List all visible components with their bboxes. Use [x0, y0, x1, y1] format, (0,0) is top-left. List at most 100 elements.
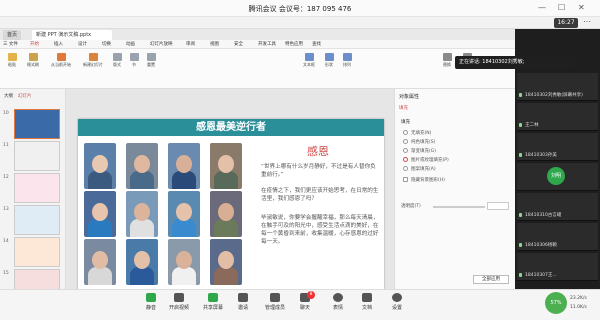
- reset-button[interactable]: 重置: [144, 53, 158, 68]
- props-title: 对象属性: [399, 94, 420, 100]
- participant-tile[interactable]: 18410302刘秀敏(屏幕共享): [517, 73, 598, 101]
- more-icon[interactable]: ⋯: [583, 17, 591, 26]
- shape-button[interactable]: 形状: [322, 53, 336, 68]
- video-button[interactable]: 开启视频: [166, 293, 192, 311]
- section-icon: [129, 53, 139, 61]
- portrait-photo: [210, 143, 242, 189]
- wps-tabbar: 首页 新建 PPT 演示文稿.pptx: [0, 29, 515, 40]
- slide-thumb[interactable]: [14, 237, 60, 267]
- apply-all-button[interactable]: 全部应用: [473, 275, 509, 284]
- tab-home[interactable]: 首页: [3, 30, 22, 40]
- transparency-slider[interactable]: [433, 206, 485, 208]
- menu-transition[interactable]: 切换: [102, 41, 111, 47]
- menu-devtools[interactable]: 开发工具: [258, 41, 276, 47]
- option-label: 图片或纹理填充(P): [411, 158, 449, 163]
- slide-thumb[interactable]: [14, 141, 60, 171]
- wps-menubar: 三 文件 开始 插入 设计 切换 动画 幻灯片放映 审阅 视图 安全 开发工具 …: [0, 40, 515, 49]
- slide-canvas: 感恩最美逆行者 感恩 “世界上哪有什么岁月静好，不过是有人替你负重前行。” 在疫…: [66, 89, 394, 291]
- portrait-photo: [84, 191, 116, 237]
- invite-button[interactable]: 邀请: [230, 293, 256, 311]
- paste-button[interactable]: 粘贴: [4, 53, 20, 68]
- maximize-icon[interactable]: ☐: [558, 3, 565, 12]
- format-painter-button[interactable]: 格式刷: [24, 53, 42, 68]
- portrait-photo: [168, 143, 200, 189]
- participant-tile[interactable]: 18410310古言峻: [517, 193, 598, 221]
- tab-slides[interactable]: 幻灯片: [18, 93, 32, 99]
- settings-button[interactable]: 设置: [384, 293, 410, 311]
- participant-tile[interactable]: 18410307王...: [517, 253, 598, 281]
- section-button[interactable]: 节: [128, 53, 140, 68]
- menu-security[interactable]: 安全: [234, 41, 243, 47]
- radio-solid-fill[interactable]: [403, 139, 408, 144]
- participant-tile[interactable]: 王二林: [517, 103, 598, 131]
- slide-thumb[interactable]: [14, 173, 60, 203]
- photo-body: [130, 171, 154, 189]
- replace-button[interactable]: 替换: [440, 53, 454, 68]
- menu-animation[interactable]: 动画: [126, 41, 135, 47]
- slide-thumb[interactable]: [14, 109, 60, 139]
- slide-paragraph: 毕淑敏说，你要学会握醒幸福，那么每天清晨，在触手可及的阳光中，感受生活点滴的美好…: [261, 215, 379, 245]
- transparency-input[interactable]: [487, 202, 509, 210]
- menu-slideshow[interactable]: 幻灯片放映: [150, 41, 173, 47]
- participant-tile[interactable]: 18410306杨颖: [517, 223, 598, 251]
- menu-view[interactable]: 视图: [210, 41, 219, 47]
- participant-tile[interactable]: 刘明: [517, 163, 598, 191]
- slide-heading: 感恩: [307, 145, 329, 158]
- menu-start[interactable]: 开始: [30, 41, 39, 47]
- textbox-button[interactable]: 文本框: [300, 53, 318, 68]
- radio-no-fill[interactable]: [403, 130, 408, 135]
- menu-search[interactable]: 查找: [312, 41, 321, 47]
- documents-button[interactable]: 文档: [354, 293, 380, 311]
- mic-icon: [519, 153, 522, 157]
- mic-icon: [519, 123, 522, 127]
- menu-insert[interactable]: 插入: [54, 41, 63, 47]
- menu-features[interactable]: 特色应用: [285, 41, 303, 47]
- portrait-photo: [126, 143, 158, 189]
- layout-button[interactable]: 版式: [110, 53, 124, 68]
- participant-tile[interactable]: 18410303孙美: [517, 133, 598, 161]
- checkbox-hide-bg[interactable]: [403, 177, 408, 182]
- portrait-photo: [168, 191, 200, 237]
- portrait-photo: [126, 191, 158, 237]
- fill-label: 填充: [401, 120, 410, 125]
- photo-face: [218, 203, 234, 221]
- chat-button[interactable]: 8 聊天: [292, 291, 318, 311]
- slide-thumb[interactable]: [14, 205, 60, 235]
- photo-body: [172, 219, 196, 237]
- emoji-button[interactable]: 表情: [325, 293, 351, 311]
- mute-button[interactable]: 静音: [138, 293, 164, 311]
- menu-review[interactable]: 审阅: [186, 41, 195, 47]
- option-label: 隐藏背景图形(H): [411, 178, 445, 183]
- meeting-title: 腾讯会议 会议号：187 095 476: [248, 5, 352, 13]
- portrait-photo: [210, 191, 242, 237]
- new-slide-button[interactable]: 新建幻灯片: [80, 53, 106, 68]
- manage-members-button[interactable]: 管理成员: [262, 293, 288, 311]
- participant-name: 王二林: [525, 123, 539, 128]
- slide[interactable]: 感恩最美逆行者 感恩 “世界上哪有什么岁月静好，不过是有人替你负重前行。” 在疫…: [78, 119, 384, 291]
- participant-panel: 正在讲话: 18410302刘秀敏; 18410302刘秀敏(屏幕共享) 王二林 1…: [455, 29, 600, 289]
- photo-body: [214, 267, 238, 285]
- option-label: 纯色填充(S): [411, 140, 436, 145]
- tab-document[interactable]: 新建 PPT 演示文稿.pptx: [32, 30, 112, 40]
- photo-face: [176, 251, 192, 269]
- from-current-button[interactable]: 从当前开始: [48, 53, 74, 68]
- radio-pattern-fill[interactable]: [403, 166, 408, 171]
- transparency-label: 透明度(T): [401, 204, 421, 209]
- radio-picture-fill[interactable]: [403, 157, 408, 162]
- gear-icon: [392, 293, 402, 302]
- arrange-button[interactable]: 排列: [340, 53, 354, 68]
- tab-fill[interactable]: 填充: [399, 105, 408, 111]
- tab-outline[interactable]: 大纲: [4, 93, 13, 99]
- invite-icon: [238, 293, 248, 302]
- participant-name: 18410307王...: [525, 273, 557, 278]
- share-screen-button[interactable]: 共享屏幕: [200, 293, 226, 311]
- close-icon[interactable]: ✕: [578, 3, 585, 12]
- thumb-number: 15: [3, 271, 9, 276]
- photo-body: [214, 171, 238, 189]
- photo-body: [130, 267, 154, 285]
- menu-file[interactable]: 三 文件: [3, 41, 18, 47]
- menu-design[interactable]: 设计: [78, 41, 87, 47]
- radio-gradient-fill[interactable]: [403, 148, 408, 153]
- minimize-icon[interactable]: —: [538, 3, 546, 12]
- photo-face: [176, 155, 192, 173]
